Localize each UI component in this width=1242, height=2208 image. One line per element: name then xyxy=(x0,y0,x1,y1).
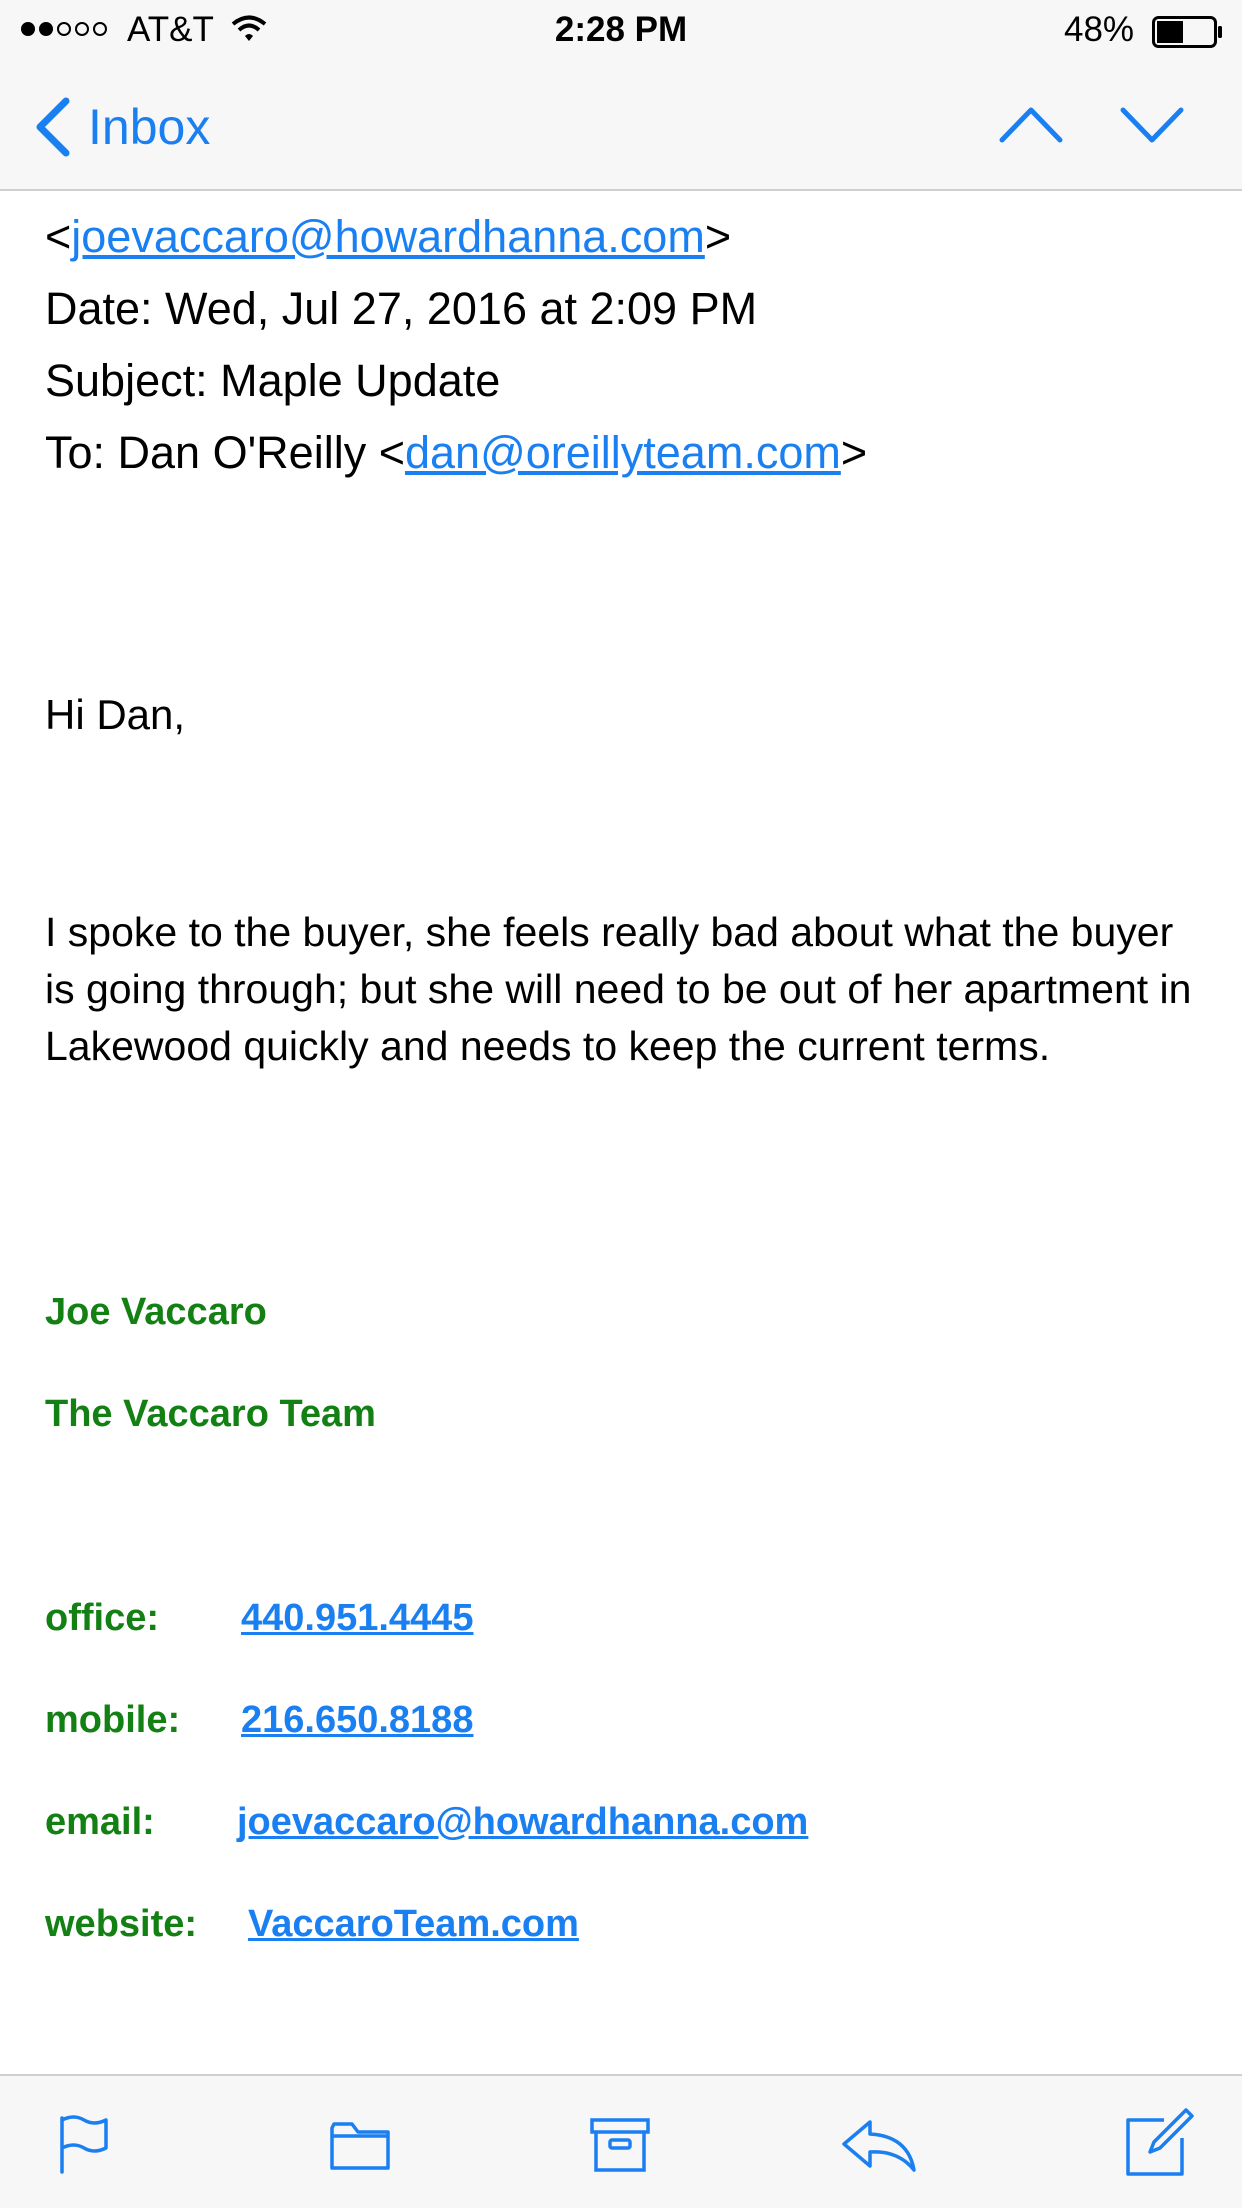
signature-email-row: email: joevaccaro@howardhanna.com xyxy=(45,1801,808,1844)
archive-icon[interactable] xyxy=(588,2112,652,2176)
chevron-left-icon xyxy=(36,97,70,157)
office-phone-link[interactable]: 440.951.4445 xyxy=(241,1597,473,1640)
from-line: <joevaccaro@howardhanna.com> xyxy=(45,211,731,263)
email-label: email: xyxy=(45,1801,155,1843)
bottom-toolbar xyxy=(0,2074,1242,2208)
to-email-link[interactable]: dan@oreillyteam.com xyxy=(405,427,841,478)
to-prefix: To: Dan O'Reilly < xyxy=(45,427,405,478)
date-line: Date: Wed, Jul 27, 2016 at 2:09 PM xyxy=(45,283,758,334)
back-button-label: Inbox xyxy=(88,99,211,155)
mobile-phone-link[interactable]: 216.650.8188 xyxy=(241,1699,473,1742)
from-close-bracket: > xyxy=(704,211,732,262)
to-line: To: Dan O'Reilly <dan@oreillyteam.com> xyxy=(45,427,867,479)
signature-team: The Vaccaro Team xyxy=(45,1393,376,1435)
from-email-link[interactable]: joevaccaro@howardhanna.com xyxy=(71,211,705,262)
from-open-bracket: < xyxy=(45,211,72,262)
back-to-inbox-button[interactable]: Inbox xyxy=(30,92,210,162)
signature-name: Joe Vaccaro xyxy=(45,1291,267,1333)
flag-icon[interactable] xyxy=(52,2112,116,2176)
signature-mobile-row: mobile: 216.650.8188 xyxy=(45,1699,473,1742)
greeting: Hi Dan, xyxy=(45,691,186,738)
website-link[interactable]: VaccaroTeam.com xyxy=(248,1903,579,1946)
clock: 2:28 PM xyxy=(554,10,688,49)
to-close-bracket: > xyxy=(840,427,868,478)
signature-website-row: website: VaccaroTeam.com xyxy=(45,1903,579,1946)
mail-message-screen: AT&T 2:28 PM 48% Inbox <joevaccaro@howar… xyxy=(0,0,1242,2208)
subject-line: Subject: Maple Update xyxy=(45,355,501,406)
status-bar: AT&T 2:28 PM 48% xyxy=(0,0,1242,62)
chevron-down-icon[interactable] xyxy=(1117,100,1187,150)
website-label: website: xyxy=(45,1903,198,1945)
message-body: I spoke to the buyer, she feels really b… xyxy=(45,909,1192,1069)
chevron-up-icon[interactable] xyxy=(996,100,1066,150)
signature-email-link[interactable]: joevaccaro@howardhanna.com xyxy=(237,1801,808,1844)
folder-icon[interactable] xyxy=(328,2112,392,2176)
mobile-label: mobile: xyxy=(45,1699,181,1741)
compose-icon[interactable] xyxy=(1124,2106,1196,2178)
navigation-bar: Inbox xyxy=(0,62,1242,191)
battery-percentage: 48% xyxy=(1064,10,1135,49)
signature-office-row: office: 440.951.4445 xyxy=(45,1597,473,1640)
office-label: office: xyxy=(45,1597,159,1639)
battery-icon xyxy=(1152,16,1222,48)
reply-icon[interactable] xyxy=(840,2112,920,2176)
